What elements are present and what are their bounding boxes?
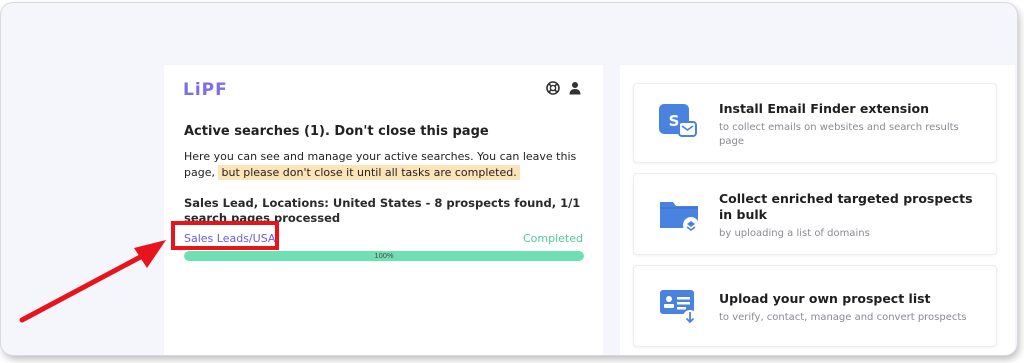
- annotation-arrow-icon: [19, 240, 166, 323]
